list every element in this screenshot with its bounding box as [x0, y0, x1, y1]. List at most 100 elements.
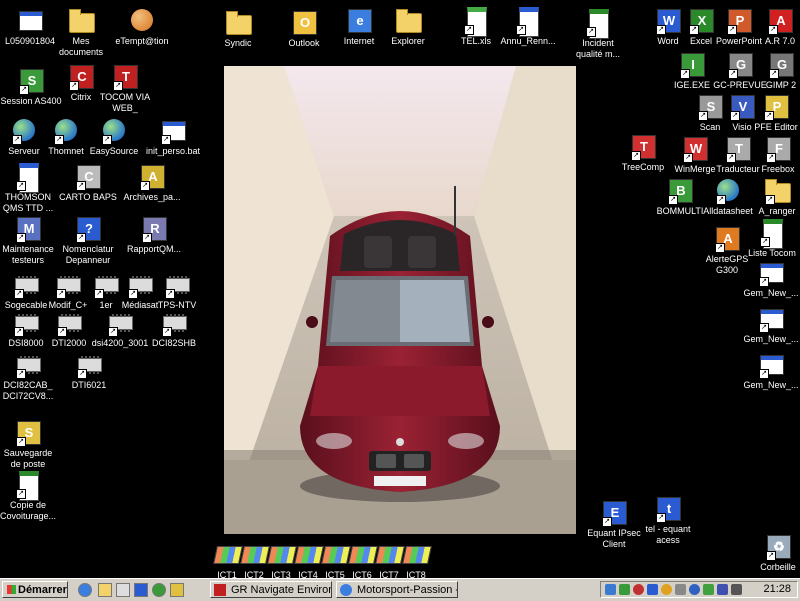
desktop-icon-label: RapportQM...: [126, 244, 182, 254]
desktop-icon-gimp2[interactable]: G ↗ GIMP 2: [745, 50, 800, 91]
shortcut-arrow-icon: ↗: [16, 369, 26, 379]
desktop-icon-label: Gem_New_...: [743, 380, 799, 390]
tray-security-icon[interactable]: [633, 584, 644, 595]
shortcut-arrow-icon: ↗: [113, 81, 123, 91]
desktop-icon-liste-tocom[interactable]: ↗ Liste Tocom: [736, 218, 800, 259]
desktop-icon-gem-new-2[interactable]: ↗ Gem_New_...: [735, 304, 800, 345]
taskbar-item-gr-navigate[interactable]: GR Navigate Environ...: [210, 581, 332, 598]
desktop-icon-copie-covoiturage[interactable]: ↗ Copie de Covoiturage...: [0, 470, 64, 522]
desktop-icon-tel-equant[interactable]: t ↗ tel - equant acess: [632, 494, 704, 546]
task-label: Motorsport-Passion -...: [357, 584, 458, 596]
desktop-icon-freebox[interactable]: F ↗ Freebox: [742, 134, 800, 175]
shortcut-arrow-icon: ↗: [631, 151, 641, 161]
gimp2-icon: G ↗: [767, 50, 795, 79]
shortcut-arrow-icon: ↗: [728, 69, 738, 79]
shortcut-arrow-icon: ↗: [142, 233, 152, 243]
task-label: GR Navigate Environ...: [231, 584, 331, 596]
desktop-icon-archives[interactable]: A ↗ Archives_pa...: [116, 162, 188, 203]
desktop-icon-a-ranger[interactable]: ↗ A_ranger: [741, 176, 800, 217]
tray-network-icon[interactable]: [605, 584, 616, 595]
desktop-icon-gem-new-1[interactable]: ↗ Gem_New_...: [735, 258, 800, 299]
shortcut-arrow-icon: ↗: [54, 135, 64, 145]
desktop-icon-label: eTempt@tion: [115, 36, 169, 46]
desktop-icon-label: Gem_New_...: [743, 288, 799, 298]
desktop-icon-etemptation[interactable]: eTempt@tion: [106, 6, 178, 47]
desktop-icon-annu-renn[interactable]: ↗ Annu_Renn...: [492, 6, 564, 47]
shortcut-arrow-icon: ↗: [716, 195, 726, 205]
desktop-icon-ar70[interactable]: A ↗ A.R 7.0: [744, 6, 800, 47]
tray-display-icon[interactable]: [675, 584, 686, 595]
dci82shb-icon: ↗: [160, 308, 188, 337]
shortcut-arrow-icon: ↗: [162, 327, 172, 337]
shortcut-arrow-icon: ↗: [69, 81, 79, 91]
start-button[interactable]: Démarrer: [2, 581, 68, 598]
tray-update-icon[interactable]: [661, 584, 672, 595]
shortcut-arrow-icon: ↗: [16, 181, 26, 191]
desktop-icon-incident-qualite[interactable]: ↗ Incident qualité m...: [562, 8, 634, 60]
desktop-icon-syndic[interactable]: Syndic: [202, 8, 274, 49]
quicklaunch-desktop-icon[interactable]: [116, 583, 130, 597]
tray-vpn-icon[interactable]: [647, 584, 658, 595]
quicklaunch-outlook-icon[interactable]: [170, 583, 184, 597]
dti2000-icon: ↗: [55, 308, 83, 337]
desktop-icon-label: Corbeille: [760, 562, 796, 572]
shortcut-arrow-icon: ↗: [689, 25, 699, 35]
maintenance-icon: M ↗: [14, 214, 42, 243]
quicklaunch-ie-icon[interactable]: [78, 583, 92, 597]
quicklaunch-network-icon[interactable]: [152, 583, 166, 597]
tray-ie-icon[interactable]: [689, 584, 700, 595]
desktop-icon-label: DCI82SHB: [151, 338, 196, 348]
shortcut-arrow-icon: ↗: [715, 243, 725, 253]
shortcut-arrow-icon: ↗: [769, 69, 779, 79]
desktop-icon-dci82shb[interactable]: ↗ DCI82SHB: [138, 308, 210, 349]
internet-icon: e: [345, 6, 373, 34]
desktop-icon-tps-ntv[interactable]: ↗ TPS-NTV: [141, 270, 213, 311]
tps-ntv-icon: ↗: [163, 270, 191, 299]
easysource-icon: ↗: [100, 116, 128, 145]
shortcut-arrow-icon: ↗: [464, 25, 474, 35]
desktop-icon-pfe-editor[interactable]: P ↗ PFE Editor: [740, 92, 800, 133]
archives-icon: A ↗: [138, 162, 166, 191]
tray-bluetooth-icon[interactable]: [717, 584, 728, 595]
desktop-icon-label: Archives_pa...: [123, 192, 181, 202]
quicklaunch-explorer-icon[interactable]: [98, 583, 112, 597]
desktop-icon-label: Syndic: [224, 38, 252, 48]
desktop-icon-tocom-web[interactable]: T ↗ TOCOM VIA WEB_: [89, 62, 161, 114]
desktop-icon-label: A_ranger: [758, 206, 796, 216]
desktop-icon-label: Gem_New_...: [743, 334, 799, 344]
treecomp-icon: T ↗: [629, 132, 657, 161]
desktop-icon-carto-baps[interactable]: C ↗ CARTO BAPS: [52, 162, 124, 203]
desktop-icon-gem-new-3[interactable]: ↗ Gem_New_...: [735, 350, 800, 391]
desktop-icon-corbeille[interactable]: ♻ ↗ Corbeille: [742, 532, 800, 573]
desktop-icon-label: CARTO BAPS: [59, 192, 117, 202]
desktop-icon-sauvegarde[interactable]: S ↗ Sauvegarde de poste: [0, 418, 64, 470]
a-ranger-icon: ↗: [763, 176, 791, 205]
desktop-icon-nomenclatur[interactable]: ? ↗ Nomenclatur Depanneur: [52, 214, 124, 266]
desktop-icon-dti6021[interactable]: ↗ DTI6021: [53, 350, 125, 391]
desktop-icon-ict8[interactable]: ICT8: [380, 540, 452, 581]
shortcut-arrow-icon: ↗: [77, 369, 87, 379]
desktop-icon-label: TOCOM VIA WEB_: [99, 92, 151, 113]
shortcut-arrow-icon: ↗: [165, 289, 175, 299]
car-photo-image: [224, 66, 576, 534]
gem-new-2-icon: ↗: [757, 304, 785, 333]
desktop-icon-explorer[interactable]: Explorer: [372, 6, 444, 47]
start-label: Démarrer: [18, 584, 67, 596]
tray-sync-icon[interactable]: [703, 584, 714, 595]
alldatasheet-icon: ↗: [714, 176, 742, 205]
tray-volume-icon[interactable]: [731, 584, 742, 595]
ict8-icon: [402, 540, 432, 568]
taskbar-item-motorsport-passion[interactable]: Motorsport-Passion -...: [336, 581, 458, 598]
tray-antivirus-icon[interactable]: [619, 584, 630, 595]
desktop-icon-init-perso[interactable]: ↗ init_perso.bat: [137, 116, 209, 157]
tel-equant-icon: t ↗: [654, 494, 682, 523]
sauvegarde-icon: S ↗: [14, 418, 42, 447]
desktop-icon-rapportqm[interactable]: R ↗ RapportQM...: [118, 214, 190, 255]
copie-covoiturage-icon: ↗: [14, 470, 42, 501]
quicklaunch-window-icon[interactable]: [134, 583, 148, 597]
shortcut-arrow-icon: ↗: [108, 327, 118, 337]
shortcut-arrow-icon: ↗: [19, 85, 29, 95]
clock[interactable]: 21:28: [763, 582, 791, 597]
shortcut-arrow-icon: ↗: [76, 233, 86, 243]
shortcut-arrow-icon: ↗: [766, 153, 776, 163]
